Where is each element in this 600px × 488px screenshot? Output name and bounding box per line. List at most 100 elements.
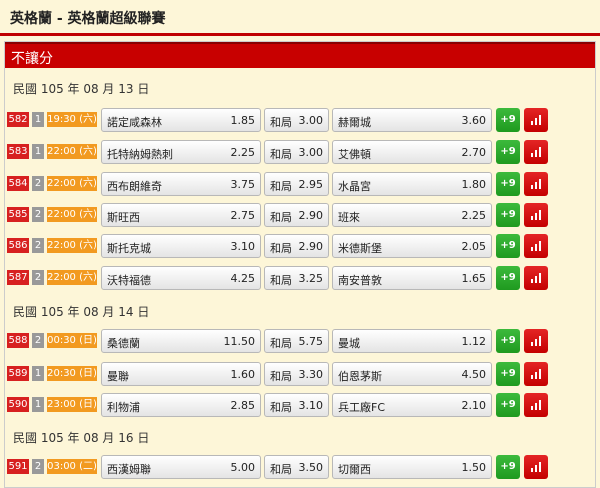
stats-button[interactable] [524, 203, 548, 227]
draw-option[interactable]: 和局 5.75 [264, 329, 329, 353]
home-win-option[interactable]: 沃特福德 4.25 [101, 266, 261, 290]
match-code-badge: 590 [7, 397, 29, 412]
away-win-option[interactable]: 切爾西 1.50 [332, 455, 492, 479]
match-grade-badge: 1 [32, 144, 44, 159]
match-row: 585 2 22:00 (六) 斯旺西 2.75 和局 2.90 班來 2.25… [5, 203, 595, 227]
date-label: 民國 105 年 08 月 16 日 [13, 431, 150, 445]
draw-odds: 5.75 [298, 335, 324, 348]
bar-chart-icon [531, 115, 541, 125]
draw-odds: 2.90 [298, 209, 324, 222]
draw-option[interactable]: 和局 3.00 [264, 140, 329, 164]
away-odds: 1.80 [461, 178, 487, 191]
section-header: 不讓分 [5, 42, 595, 68]
home-team-name: 西漢姆聯 [107, 463, 151, 476]
away-win-option[interactable]: 艾佛頓 2.70 [332, 140, 492, 164]
match-code-badge: 586 [7, 238, 29, 253]
more-bets-button[interactable]: +9 [496, 140, 520, 164]
kickoff-time-badge: 22:00 (六) [47, 144, 97, 159]
stats-button[interactable] [524, 266, 548, 290]
match-grade-badge: 1 [32, 397, 44, 412]
home-win-option[interactable]: 托特納姆熱刺 2.25 [101, 140, 261, 164]
stats-button[interactable] [524, 108, 548, 132]
away-odds: 1.65 [461, 272, 487, 285]
odds-panel: 不讓分 民國 105 年 08 月 13 日 582 1 19:30 (六) 諾… [4, 41, 596, 488]
away-win-option[interactable]: 赫爾城 3.60 [332, 108, 492, 132]
match-row: 591 2 03:00 (二) 西漢姆聯 5.00 和局 3.50 切爾西 1.… [5, 455, 595, 479]
draw-option[interactable]: 和局 3.30 [264, 362, 329, 386]
home-win-option[interactable]: 諾定咸森林 1.85 [101, 108, 261, 132]
home-win-option[interactable]: 利物浦 2.85 [101, 393, 261, 417]
stats-button[interactable] [524, 234, 548, 258]
stats-button[interactable] [524, 362, 548, 386]
draw-label: 和局 [270, 116, 292, 129]
more-bets-button[interactable]: +9 [496, 172, 520, 196]
draw-option[interactable]: 和局 3.00 [264, 108, 329, 132]
away-odds: 1.12 [461, 335, 487, 348]
away-win-option[interactable]: 水晶宮 1.80 [332, 172, 492, 196]
away-win-option[interactable]: 南安普敦 1.65 [332, 266, 492, 290]
draw-label: 和局 [270, 370, 292, 383]
more-bets-button[interactable]: +9 [496, 203, 520, 227]
draw-odds: 2.90 [298, 240, 324, 253]
draw-option[interactable]: 和局 2.90 [264, 203, 329, 227]
home-win-option[interactable]: 斯托克城 3.10 [101, 234, 261, 258]
home-win-option[interactable]: 斯旺西 2.75 [101, 203, 261, 227]
match-row: 583 1 22:00 (六) 托特納姆熱刺 2.25 和局 3.00 艾佛頓 … [5, 140, 595, 164]
more-bets-button[interactable]: +9 [496, 108, 520, 132]
more-bets-button[interactable]: +9 [496, 455, 520, 479]
away-win-option[interactable]: 兵工廠FC 2.10 [332, 393, 492, 417]
match-grade-badge: 1 [32, 366, 44, 381]
match-grade-badge: 2 [32, 238, 44, 253]
draw-label: 和局 [270, 148, 292, 161]
home-odds: 11.50 [223, 335, 256, 348]
away-team-name: 曼城 [338, 337, 360, 350]
bar-chart-icon [531, 400, 541, 410]
kickoff-time-badge: 03:00 (二) [47, 459, 97, 474]
draw-option[interactable]: 和局 2.95 [264, 172, 329, 196]
away-team-name: 南安普敦 [338, 274, 382, 287]
home-win-option[interactable]: 西布朗維奇 3.75 [101, 172, 261, 196]
match-row: 590 1 23:00 (日) 利物浦 2.85 和局 3.10 兵工廠FC 2… [5, 393, 595, 417]
match-code-badge: 582 [7, 112, 29, 127]
match-grade-badge: 2 [32, 207, 44, 222]
draw-option[interactable]: 和局 3.25 [264, 266, 329, 290]
away-win-option[interactable]: 米德斯堡 2.05 [332, 234, 492, 258]
match-code-badge: 588 [7, 333, 29, 348]
more-bets-button[interactable]: +9 [496, 329, 520, 353]
stats-button[interactable] [524, 455, 548, 479]
match-code-badge: 589 [7, 366, 29, 381]
more-bets-button[interactable]: +9 [496, 266, 520, 290]
page-header: 英格蘭 - 英格蘭超級聯賽 [0, 0, 600, 36]
draw-odds: 3.30 [298, 368, 324, 381]
home-team-name: 西布朗維奇 [107, 180, 162, 193]
draw-option[interactable]: 和局 3.50 [264, 455, 329, 479]
stats-button[interactable] [524, 172, 548, 196]
match-code-badge: 584 [7, 176, 29, 191]
date-label: 民國 105 年 08 月 13 日 [13, 82, 150, 96]
match-row: 584 2 22:00 (六) 西布朗維奇 3.75 和局 2.95 水晶宮 1… [5, 172, 595, 196]
draw-label: 和局 [270, 242, 292, 255]
away-odds: 2.05 [461, 240, 487, 253]
bar-chart-icon [531, 273, 541, 283]
more-bets-button[interactable]: +9 [496, 393, 520, 417]
more-bets-button[interactable]: +9 [496, 362, 520, 386]
draw-option[interactable]: 和局 2.90 [264, 234, 329, 258]
away-win-option[interactable]: 班來 2.25 [332, 203, 492, 227]
away-odds: 2.70 [461, 146, 487, 159]
stats-button[interactable] [524, 393, 548, 417]
home-odds: 1.85 [230, 114, 256, 127]
home-win-option[interactable]: 西漢姆聯 5.00 [101, 455, 261, 479]
home-win-option[interactable]: 桑德蘭 11.50 [101, 329, 261, 353]
home-win-option[interactable]: 曼聯 1.60 [101, 362, 261, 386]
more-bets-button[interactable]: +9 [496, 234, 520, 258]
draw-odds: 3.50 [298, 461, 324, 474]
stats-button[interactable] [524, 140, 548, 164]
stats-button[interactable] [524, 329, 548, 353]
home-odds: 2.25 [230, 146, 256, 159]
draw-label: 和局 [270, 463, 292, 476]
away-win-option[interactable]: 伯恩茅斯 4.50 [332, 362, 492, 386]
away-win-option[interactable]: 曼城 1.12 [332, 329, 492, 353]
home-team-name: 利物浦 [107, 401, 140, 414]
date-label: 民國 105 年 08 月 14 日 [13, 305, 150, 319]
draw-option[interactable]: 和局 3.10 [264, 393, 329, 417]
